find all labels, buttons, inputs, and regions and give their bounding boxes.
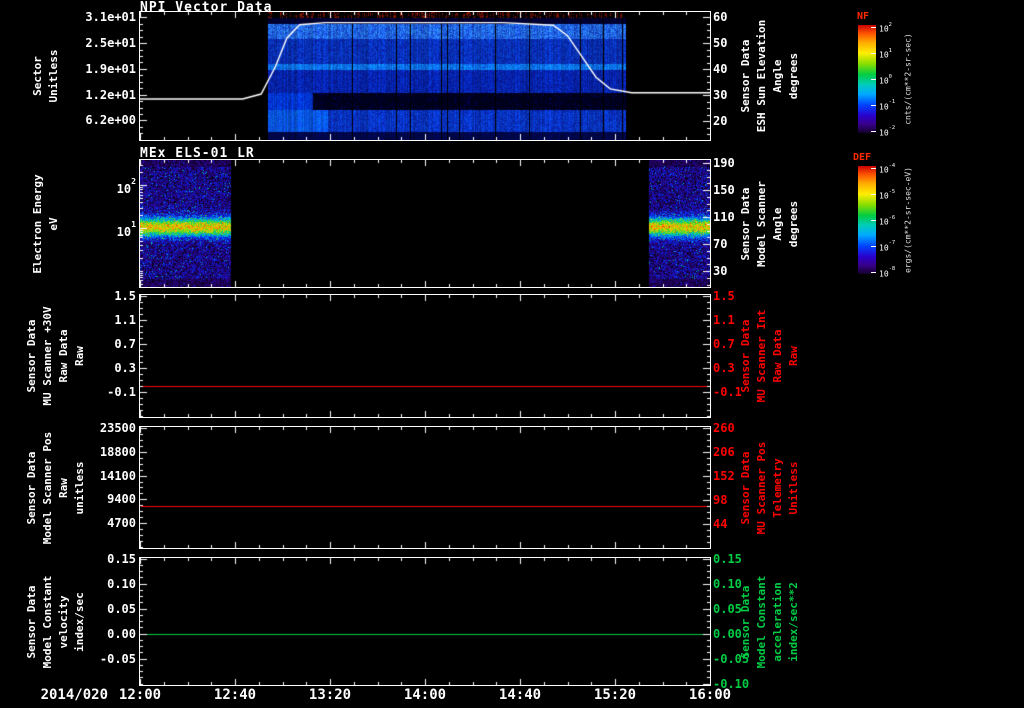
nf-colorbar-title: NF — [857, 11, 870, 22]
colorbar-tick-label: 10-7 — [879, 240, 896, 253]
axis-label-line: Model Scanner Pos — [41, 431, 54, 544]
axis-label-line: ESH Sun Elevation — [755, 19, 768, 133]
colorbar-tick-mark — [871, 105, 876, 106]
x-axis-tick-label: 14:40 — [498, 687, 542, 703]
panel-4-right-axis-label: Sensor Data MU Scanner Pos Telemetry Unitle… — [738, 441, 802, 534]
x-axis-date-label: 2014/020 — [40, 687, 108, 703]
panel-2-right-tick-label: 190 — [713, 156, 735, 171]
axis-label-line: Sensor Data — [25, 585, 38, 658]
x-axis-tick-label: 16:00 — [688, 687, 732, 703]
axis-label-line: degrees — [787, 200, 800, 247]
colorbar-tick-label: 10-1 — [879, 99, 896, 112]
colorbar-tick-mark — [871, 168, 876, 169]
axis-label-line: Model Constant — [41, 575, 54, 668]
colorbar-tick-mark — [871, 131, 876, 132]
colorbar-tick-label: 100 — [879, 73, 892, 86]
axis-label-line: Angle — [771, 59, 784, 93]
axis-label-line: Sensor Data — [739, 187, 752, 260]
colorbar-tick-mark — [871, 246, 876, 247]
colorbar-tick-label: 10-6 — [879, 214, 896, 227]
x-axis-tick-label: 12:00 — [118, 687, 162, 703]
axis-label-line: Sensor Data — [739, 319, 752, 393]
x-axis-tick-label: 12:40 — [213, 687, 257, 703]
panel-5-frame — [139, 557, 711, 686]
panel-4-left-axis-label: Sensor Data Model Scanner Pos Raw unitless — [24, 431, 88, 544]
panel-3-frame — [139, 294, 711, 418]
panel-1-left-tick-label: 2.5e+01 — [85, 36, 136, 51]
colorbar-tick-mark — [871, 220, 876, 221]
panel-4-frame — [139, 426, 711, 549]
panel-2-right-axis-label: Sensor Data Model Scanner Angle degrees — [738, 180, 802, 266]
axis-label-line: Unitless — [787, 461, 800, 514]
panel-5-right-tick-label: 0.15 — [713, 551, 742, 566]
panel-3-right-tick-label: 1.5 — [713, 289, 735, 304]
panel-2-left-axis-label: Electron Energy eV — [30, 174, 62, 273]
colorbar-tick-mark — [871, 27, 876, 28]
colorbar-tick-mark — [871, 53, 876, 54]
axis-label-line: index/sec — [73, 591, 86, 652]
x-axis-tick-label: 13:20 — [308, 687, 352, 703]
panel-1-right-axis-label: Sensor Data ESH Sun Elevation Angle degrees — [738, 20, 802, 133]
axis-label-line: Sensor Data — [739, 585, 752, 658]
panel-3-left-axis-label: Sensor Data MU Scanner +30V Raw Data Raw — [24, 306, 88, 405]
colorbar-tick-label: 102 — [879, 21, 892, 34]
axis-label-line: Unitless — [47, 49, 60, 103]
axis-label-line: velocity — [57, 595, 70, 648]
colorbar-tick-label: 10-8 — [879, 266, 896, 279]
axis-label-line: degrees — [787, 52, 800, 100]
multi-panel-time-series-plot: NPI Vector Data MEx ELS-01 LR 2014/020 N… — [0, 0, 1024, 708]
axis-label-line: acceleration — [771, 581, 784, 662]
axis-label-line: unitless — [73, 461, 86, 514]
axis-label-line: eV — [47, 216, 60, 231]
panel-1-left-tick-label: 6.2e+00 — [85, 113, 136, 128]
axis-label-line: index/sec**2 — [787, 581, 800, 662]
axis-label-line: Raw — [787, 346, 800, 366]
colorbar-tick-mark — [871, 79, 876, 80]
colorbar-tick-mark — [871, 194, 876, 195]
axis-label-line: Raw Data — [57, 329, 70, 383]
panel-2-left-tick-label: 101 — [116, 219, 136, 239]
axis-label-line: Raw Data — [771, 329, 784, 383]
panel-2-frame — [139, 159, 711, 288]
panel-1-left-tick-label: 1.9e+01 — [85, 61, 136, 76]
colorbar-tick-label: 10-2 — [879, 125, 896, 138]
colorbar-tick-label: 10-4 — [879, 162, 896, 175]
axis-label-line: MU Scanner +30V — [41, 306, 54, 406]
axis-label-line: Sensor Data — [739, 451, 752, 524]
panel-2-left-tick-label: 102 — [116, 176, 136, 197]
colorbar-tick-mark — [871, 272, 876, 273]
def-colorbar-title: DEF — [853, 152, 872, 163]
panel-3-right-axis-label: Sensor Data MU Scanner Int Raw Data Raw — [738, 310, 802, 403]
axis-label-line: Telemetry — [771, 457, 784, 518]
panel-3-left-tick-label: 1.5 — [114, 289, 136, 304]
colorbar-tick-label: 10-5 — [879, 188, 896, 201]
x-axis-tick-label: 14:00 — [403, 687, 447, 703]
axis-label-line: Raw — [57, 477, 70, 498]
panel-1-frame — [139, 11, 711, 141]
panel-5-right-axis-label: Sensor Data Model Constant acceleration ind… — [738, 575, 802, 668]
panel-1-left-tick-label: 1.2e+01 — [85, 87, 136, 102]
axis-label-line: Angle — [771, 206, 784, 241]
axis-label-line: MU Scanner Int — [755, 309, 768, 403]
axis-label-line: Model Constant — [755, 575, 768, 668]
axis-label-line: Sensor Data — [25, 451, 38, 524]
axis-label-line: Sector — [31, 56, 44, 96]
panel-1-left-tick-label: 3.1e+01 — [85, 10, 136, 25]
axis-label-line: Sensor Data — [25, 319, 38, 393]
colorbar-tick-label: 101 — [879, 47, 892, 60]
panel-5-left-tick-label: 0.15 — [107, 551, 136, 566]
panel-5-left-axis-label: Sensor Data Model Constant velocity index/s… — [24, 575, 88, 668]
axis-label-line: Model Scanner — [755, 180, 768, 267]
axis-label-line: Sensor Data — [739, 39, 752, 113]
panel-4-right-tick-label: 260 — [713, 420, 735, 435]
panel-1-left-axis-label: Sector Unitless — [30, 50, 62, 103]
axis-label-line: MU Scanner Pos — [755, 441, 768, 534]
x-axis-tick-label: 15:20 — [593, 687, 637, 703]
axis-label-line: Raw — [73, 346, 86, 366]
axis-label-line: Electron Energy — [31, 173, 44, 274]
